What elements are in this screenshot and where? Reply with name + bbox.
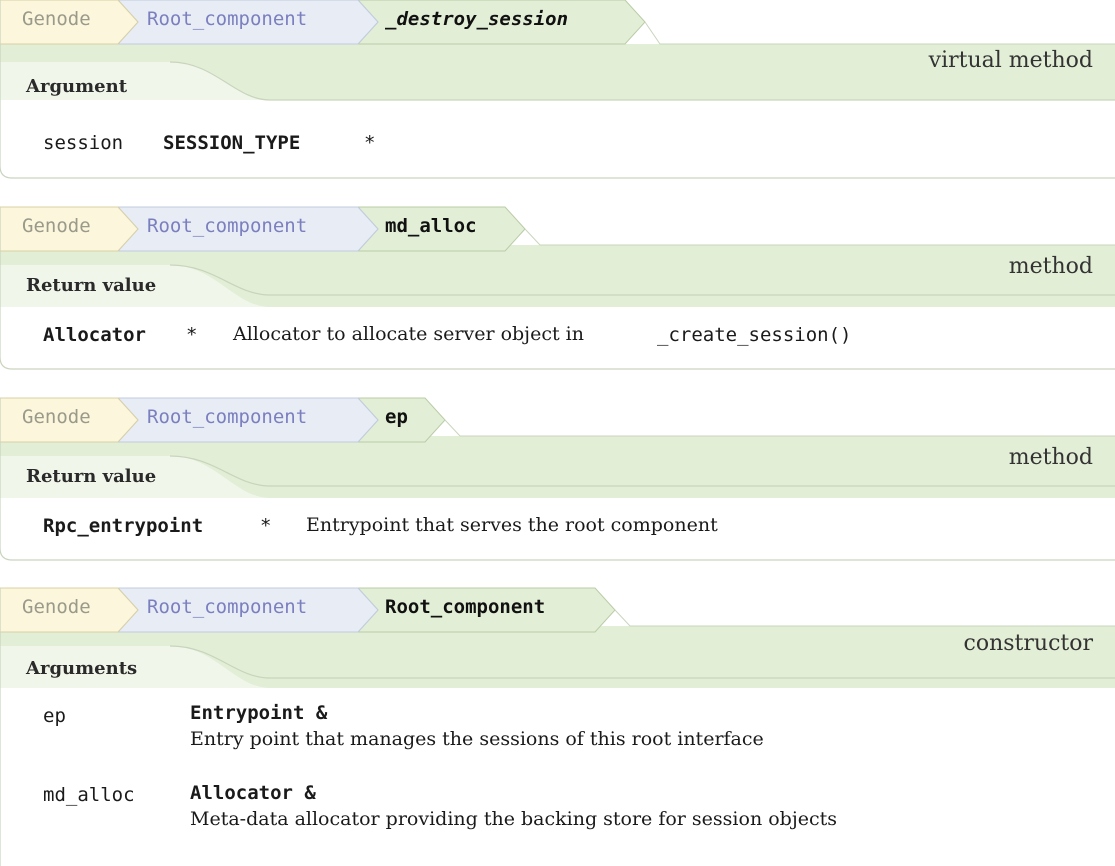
return-description-code: _create_session() [657, 324, 852, 346]
doc-block-ep: Genode Root_component ep method Return v… [0, 397, 1115, 561]
doc-block-constructor: Genode Root_component Root_component con… [0, 587, 1115, 866]
section-label: Argument [26, 76, 128, 97]
breadcrumb-current: _destroy_session [385, 8, 569, 30]
breadcrumb-class[interactable]: Root_component [147, 0, 307, 38]
breadcrumb-namespace[interactable]: Genode [22, 0, 91, 38]
breadcrumb-class[interactable]: Root_component [147, 398, 307, 436]
arg-type-suffix: * [364, 132, 376, 154]
arg-name: session [43, 132, 124, 154]
return-type-suffix: * [186, 324, 198, 346]
doc-block-destroy-session: Genode Root_component _destroy_session v… [0, 0, 1115, 179]
breadcrumb-class[interactable]: Root_component [147, 588, 307, 626]
breadcrumb-current: Root_component [385, 596, 546, 618]
arg-type: Entrypoint & [190, 702, 328, 724]
member-kind: constructor [963, 631, 1093, 656]
member-kind: method [1008, 445, 1093, 470]
return-type-suffix: * [260, 515, 272, 537]
return-description: Entrypoint that serves the root componen… [306, 514, 718, 536]
section-label: Return value [26, 275, 157, 296]
breadcrumb-class[interactable]: Root_component [147, 207, 307, 245]
breadcrumb-namespace[interactable]: Genode [22, 588, 91, 626]
breadcrumb-namespace[interactable]: Genode [22, 207, 91, 245]
doc-block-md-alloc: Genode Root_component md_alloc method Re… [0, 206, 1115, 370]
arg-description: Entry point that manages the sessions of… [190, 728, 764, 750]
arg-type: Allocator & [190, 782, 316, 804]
breadcrumb-namespace[interactable]: Genode [22, 398, 91, 436]
section-label: Return value [26, 466, 157, 487]
member-kind: virtual method [928, 48, 1093, 73]
arg-name: ep [43, 705, 66, 727]
arg-description: Meta-data allocator providing the backin… [190, 808, 837, 830]
return-description: Allocator to allocate server object in [233, 323, 584, 345]
arg-type: SESSION_TYPE [163, 132, 301, 154]
section-label: Arguments [26, 658, 138, 679]
return-type: Rpc_entrypoint [43, 515, 204, 537]
member-kind: method [1008, 254, 1093, 279]
breadcrumb-current: md_alloc [385, 215, 477, 237]
breadcrumb-current: ep [385, 406, 408, 428]
return-type: Allocator [43, 324, 146, 346]
arg-name: md_alloc [43, 784, 135, 806]
